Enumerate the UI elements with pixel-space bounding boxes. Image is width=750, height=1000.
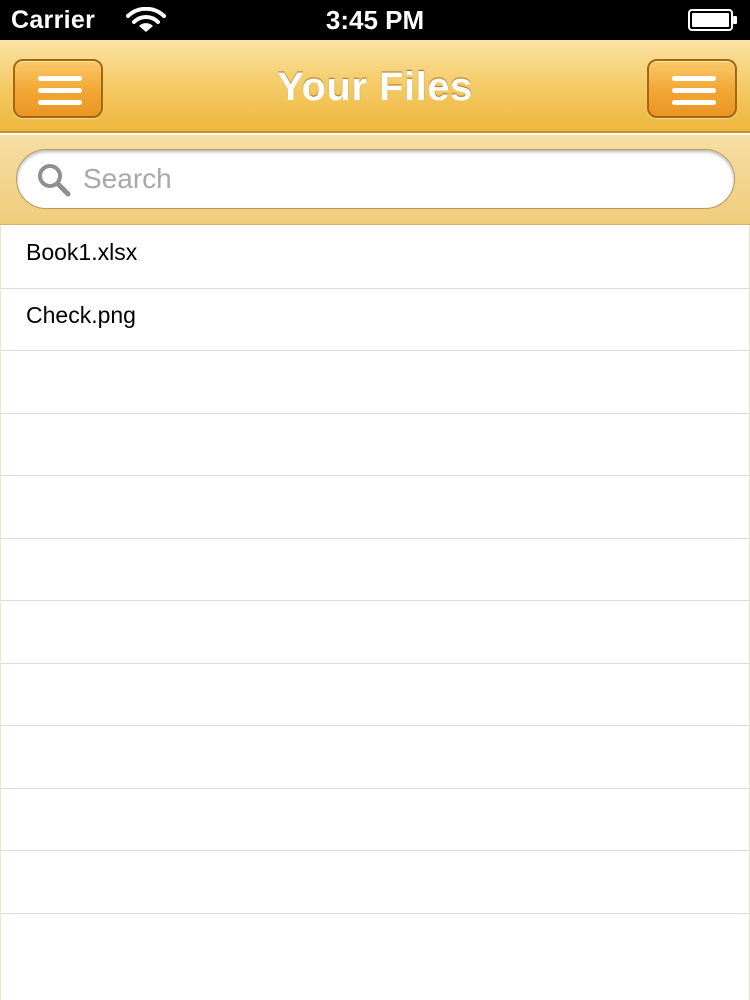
search-field[interactable] bbox=[16, 149, 735, 209]
file-name: Book1.xlsx bbox=[26, 239, 138, 265]
right-menu-button[interactable] bbox=[647, 59, 737, 118]
status-bar: Carrier 3:45 PM bbox=[0, 0, 750, 40]
menu-icon bbox=[672, 76, 716, 105]
clock: 3:45 PM bbox=[325, 5, 425, 35]
empty-row bbox=[1, 851, 749, 914]
file-list: Book1.xlsx Check.png bbox=[0, 226, 750, 1000]
empty-row bbox=[1, 789, 749, 851]
empty-row bbox=[1, 414, 749, 476]
search-bar bbox=[0, 135, 750, 225]
battery-icon bbox=[688, 9, 737, 31]
empty-row bbox=[1, 476, 749, 539]
empty-row bbox=[1, 601, 749, 664]
empty-row bbox=[1, 351, 749, 414]
empty-row bbox=[1, 914, 749, 977]
empty-row bbox=[1, 664, 749, 726]
empty-row bbox=[1, 539, 749, 601]
file-name: Check.png bbox=[26, 301, 136, 328]
navigation-bar: Your Files bbox=[0, 40, 750, 133]
empty-row bbox=[1, 726, 749, 789]
page-title: Your Files bbox=[277, 65, 473, 109]
file-row-check[interactable]: Check.png bbox=[1, 289, 749, 351]
file-row-book1[interactable]: Book1.xlsx bbox=[1, 226, 749, 289]
search-icon bbox=[38, 164, 71, 197]
search-input[interactable] bbox=[83, 158, 713, 200]
